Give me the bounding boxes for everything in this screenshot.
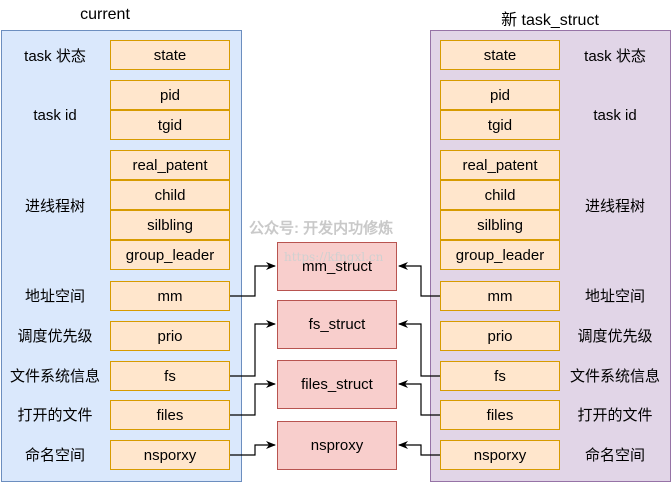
arrow-current-nsproxy (230, 441, 276, 456)
pointer-arrows (230, 262, 440, 456)
arrow-new-files (398, 380, 440, 416)
arrow-new-mm (398, 262, 440, 297)
arrow-current-files (230, 380, 276, 416)
arrow-new-nsproxy (398, 441, 440, 456)
arrow-new-fs (398, 320, 440, 377)
arrow-current-fs (230, 320, 276, 377)
arrow-current-mm (230, 262, 276, 297)
